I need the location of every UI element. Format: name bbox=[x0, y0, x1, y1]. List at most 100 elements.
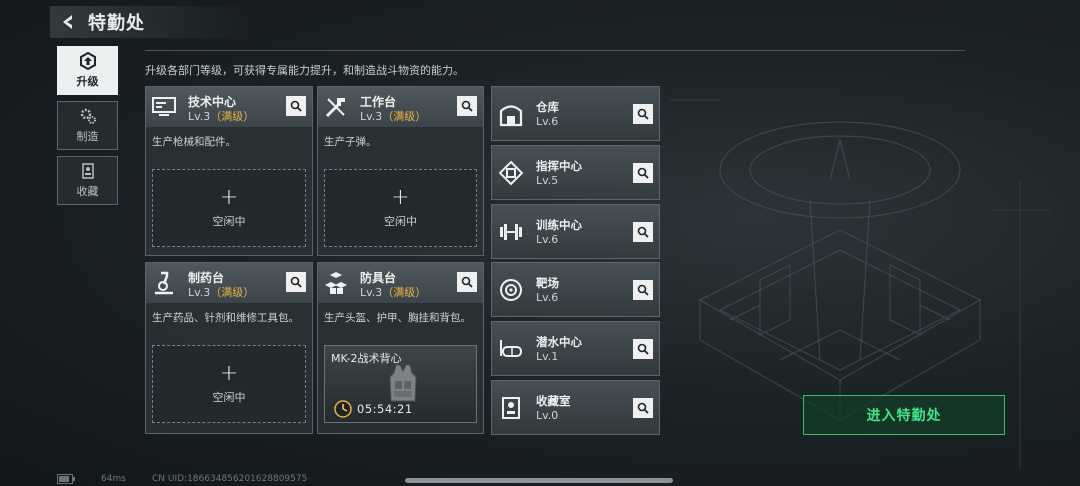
upgrade-icon bbox=[79, 52, 96, 70]
tab-craft[interactable]: 制造 bbox=[57, 101, 118, 150]
page-title: 特勤处 bbox=[88, 13, 145, 34]
divider bbox=[145, 50, 965, 51]
facility-training-center[interactable]: 训练中心 Lv.6 bbox=[491, 204, 660, 259]
tab-label: 制造 bbox=[76, 130, 99, 143]
facility-level: Lv.6 bbox=[536, 115, 559, 128]
facility-name: 靶场 bbox=[536, 276, 559, 290]
card-level: Lv.3（满级） bbox=[188, 108, 254, 124]
search-icon bbox=[637, 284, 649, 296]
enter-special-ops-button[interactable]: 进入特勤处 bbox=[803, 395, 1005, 435]
card-description: 生产头盔、护甲、胸挂和背包。 bbox=[324, 312, 471, 324]
search-icon bbox=[461, 276, 473, 288]
workshop-card-workbench[interactable]: 工作台 Lv.3（满级） 生产子弹。 + 空闲中 bbox=[317, 86, 484, 256]
facility-name: 收藏室 bbox=[536, 394, 571, 408]
level-value: Lv.3 bbox=[188, 286, 211, 299]
card-level: Lv.3（满级） bbox=[188, 284, 254, 300]
search-icon bbox=[637, 167, 649, 179]
diving-mask-icon bbox=[500, 340, 522, 357]
ping-readout: 64ms bbox=[101, 474, 126, 484]
facility-level: Lv.6 bbox=[536, 291, 559, 304]
search-icon bbox=[637, 402, 649, 414]
microscope-icon bbox=[155, 271, 173, 295]
level-value: Lv.3 bbox=[188, 110, 211, 123]
facility-name: 潜水中心 bbox=[536, 335, 582, 349]
vest-icon bbox=[389, 364, 417, 402]
facility-level: Lv.1 bbox=[536, 350, 559, 363]
level-value: Lv.3 bbox=[360, 286, 383, 299]
facility-collection-room[interactable]: 收藏室 Lv.0 bbox=[491, 380, 660, 435]
warehouse-icon bbox=[499, 105, 523, 127]
facility-diving-center[interactable]: 潜水中心 Lv.1 bbox=[491, 321, 660, 376]
detail-search-button[interactable] bbox=[286, 272, 306, 292]
dumbbell-icon bbox=[500, 224, 522, 240]
detail-search-button[interactable] bbox=[633, 280, 653, 300]
card-level: Lv.3（满级） bbox=[360, 284, 426, 300]
search-icon bbox=[637, 343, 649, 355]
section-description: 升级各部门等级，可获得专属能力提升，和制造战斗物资的能力。 bbox=[145, 64, 464, 77]
facility-level: Lv.6 bbox=[536, 233, 559, 246]
tab-upgrade[interactable]: 升级 bbox=[57, 46, 118, 95]
add-icon: + bbox=[219, 185, 239, 210]
detail-search-button[interactable] bbox=[457, 96, 477, 116]
production-slot-active[interactable]: MK-2战术背心 05:54:21 bbox=[324, 345, 477, 423]
timer-icon bbox=[334, 400, 352, 418]
workshop-card-armor-bench[interactable]: 防具台 Lv.3（满级） 生产头盔、护甲、胸挂和背包。 MK-2战术背心 05:… bbox=[317, 262, 484, 434]
target-icon bbox=[500, 279, 522, 301]
card-level: Lv.3（满级） bbox=[360, 108, 426, 124]
slot-status: 空闲中 bbox=[384, 215, 417, 228]
level-value: Lv.3 bbox=[360, 110, 383, 123]
workshop-card-tech-center[interactable]: 技术中心 Lv.3（满级） 生产枪械和配件。 + 空闲中 bbox=[145, 86, 313, 256]
max-level-tag: （满级） bbox=[210, 110, 255, 123]
detail-search-button[interactable] bbox=[286, 96, 306, 116]
workshop-card-pharmacy[interactable]: 制药台 Lv.3（满级） 生产药品、针剂和维修工具包。 + 空闲中 bbox=[145, 262, 313, 434]
tools-icon bbox=[325, 98, 345, 118]
max-level-tag: （满级） bbox=[210, 286, 255, 299]
collection-icon bbox=[81, 163, 94, 179]
command-chip-icon bbox=[498, 160, 524, 186]
facility-name: 训练中心 bbox=[536, 218, 582, 232]
back-arrow-icon bbox=[63, 15, 72, 29]
facility-shooting-range[interactable]: 靶场 Lv.6 bbox=[491, 262, 660, 317]
search-icon bbox=[637, 108, 649, 120]
facility-name: 指挥中心 bbox=[536, 159, 582, 173]
user-uid: CN UID:18663485620162880957​5 bbox=[152, 474, 308, 484]
card-description: 生产药品、针剂和维修工具包。 bbox=[152, 312, 299, 324]
detail-search-button[interactable] bbox=[457, 272, 477, 292]
search-icon bbox=[637, 226, 649, 238]
detail-search-button[interactable] bbox=[633, 339, 653, 359]
facility-level: Lv.0 bbox=[536, 409, 559, 422]
slot-status: 空闲中 bbox=[212, 391, 246, 404]
production-slot-empty[interactable]: + 空闲中 bbox=[152, 345, 306, 423]
card-description: 生产枪械和配件。 bbox=[152, 136, 236, 148]
facility-level: Lv.5 bbox=[536, 174, 559, 187]
search-icon bbox=[290, 276, 302, 288]
slot-status: 空闲中 bbox=[212, 215, 246, 228]
facility-command-center[interactable]: 指挥中心 Lv.5 bbox=[491, 145, 660, 200]
add-icon: + bbox=[391, 185, 410, 210]
tab-collection[interactable]: 收藏 bbox=[57, 156, 118, 205]
production-timer: 05:54:21 bbox=[357, 402, 413, 416]
detail-search-button[interactable] bbox=[633, 398, 653, 418]
production-slot-empty[interactable]: + 空闲中 bbox=[152, 169, 306, 247]
bottom-scroll-handle[interactable] bbox=[405, 478, 673, 483]
header-bar: 特勤处 bbox=[50, 6, 250, 38]
computer-icon bbox=[152, 97, 176, 116]
gears-icon bbox=[80, 108, 96, 124]
back-button[interactable] bbox=[56, 10, 80, 34]
production-slot-empty[interactable]: + 空闲中 bbox=[324, 169, 477, 247]
tab-label: 收藏 bbox=[76, 185, 99, 198]
detail-search-button[interactable] bbox=[633, 222, 653, 242]
facility-name: 仓库 bbox=[536, 100, 559, 114]
max-level-tag: （满级） bbox=[382, 110, 427, 123]
card-description: 生产子弹。 bbox=[324, 136, 377, 148]
display-case-icon bbox=[502, 397, 520, 419]
facility-warehouse[interactable]: 仓库 Lv.6 bbox=[491, 86, 660, 141]
armor-blocks-icon bbox=[325, 272, 347, 294]
search-icon bbox=[461, 100, 473, 112]
add-icon: + bbox=[219, 361, 239, 386]
max-level-tag: （满级） bbox=[382, 286, 427, 299]
search-icon bbox=[290, 100, 302, 112]
detail-search-button[interactable] bbox=[633, 163, 653, 183]
detail-search-button[interactable] bbox=[633, 104, 653, 124]
tab-label: 升级 bbox=[76, 75, 99, 88]
